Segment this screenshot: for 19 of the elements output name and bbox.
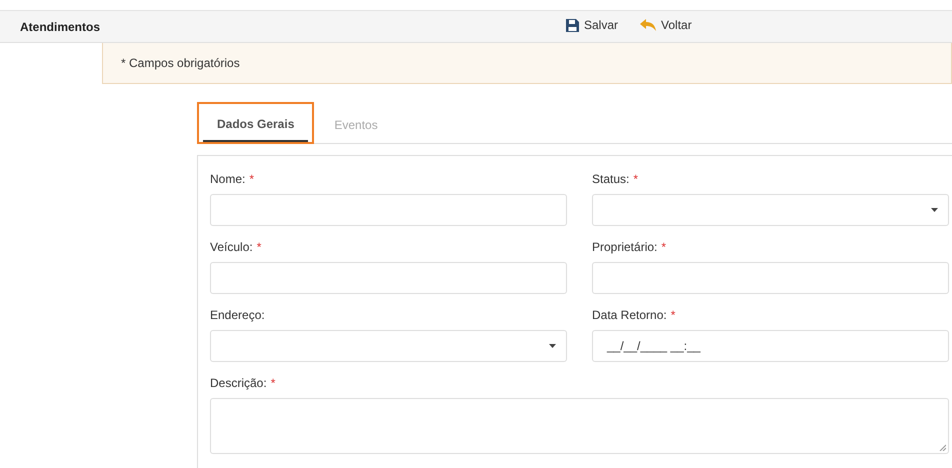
required-mark: *: [270, 376, 276, 390]
required-mark: *: [633, 172, 638, 186]
required-mark: *: [670, 308, 676, 322]
input-field[interactable]: __/__/____ __:__: [592, 330, 949, 362]
field-label: Nome:: [210, 172, 246, 186]
field-label: Veículo:: [210, 240, 253, 254]
required-fields-notice: * Campos obrigatórios: [102, 43, 952, 84]
page-title: Atendimentos: [20, 20, 100, 34]
field-label: Data Retorno:: [592, 308, 667, 322]
field-label: Proprietário:: [592, 240, 658, 254]
back-button[interactable]: Voltar: [640, 18, 692, 32]
field-label: Status:: [592, 172, 630, 186]
required-mark: *: [256, 240, 262, 254]
save-button[interactable]: Salvar: [566, 18, 618, 32]
field-label: Endereço:: [210, 308, 265, 322]
required-mark: *: [661, 240, 666, 254]
tab[interactable]: Dados Gerais: [203, 108, 308, 142]
field-label: Descrição:: [210, 376, 267, 390]
required-mark: *: [249, 172, 254, 186]
